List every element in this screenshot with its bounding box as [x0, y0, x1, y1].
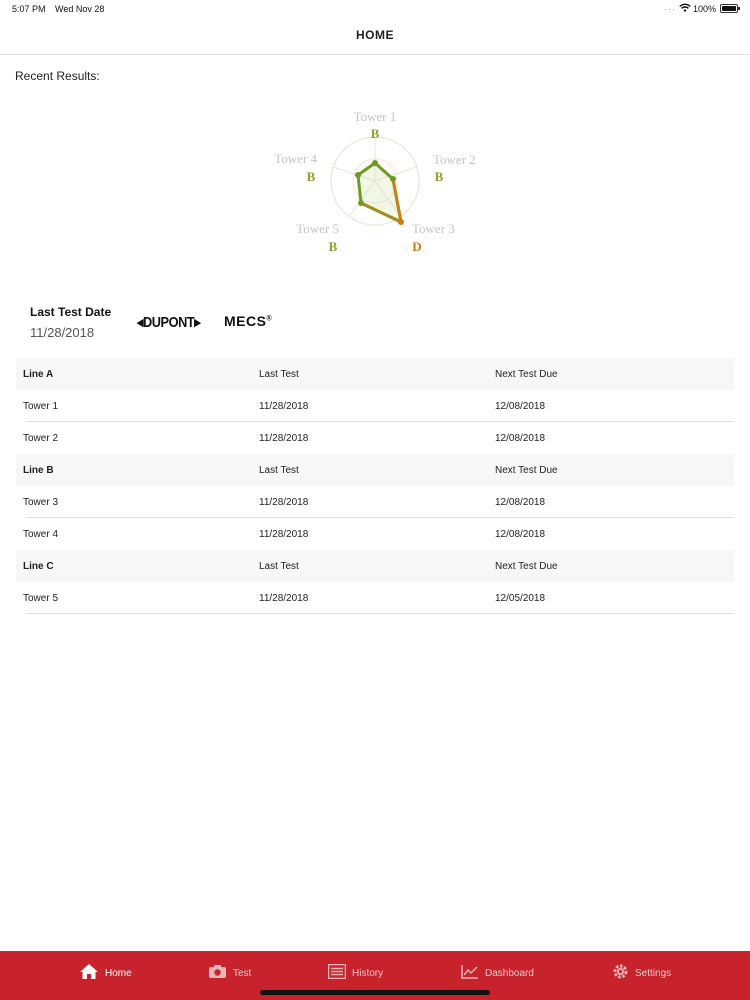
dupont-logo-text: DUPONT — [142, 314, 195, 331]
column-header-last-test: Last Test — [259, 369, 299, 380]
mecs-logo: MECS® — [224, 313, 272, 329]
last-test-value: 11/28/2018 — [259, 593, 309, 604]
registered-mark-icon: ® — [266, 315, 273, 323]
next-test-due-value: 12/08/2018 — [495, 529, 546, 540]
status-date: Wed Nov 28 — [55, 4, 105, 14]
radar-point — [355, 172, 361, 178]
radar-grade-tower4: B — [307, 169, 316, 184]
table-section-header: Line B Last Test Next Test Due — [16, 454, 734, 486]
status-time: 5:07 PM — [12, 4, 46, 14]
radar-grade-tower1: B — [371, 126, 380, 141]
tab-history[interactable]: History — [327, 963, 384, 982]
radar-grade-tower3: D — [412, 239, 421, 254]
tower-name: Tower 1 — [23, 401, 59, 412]
table-row[interactable]: Tower 4 11/28/2018 12/08/2018 — [16, 518, 734, 550]
radar-point — [358, 200, 364, 206]
radar-point — [390, 176, 396, 182]
column-header-last-test: Last Test — [259, 465, 299, 476]
radar-grade-tower2: B — [435, 169, 444, 184]
last-test-date: 11/28/2018 — [30, 325, 95, 340]
tab-test[interactable]: Test — [208, 964, 251, 982]
results-table: Line A Last Test Next Test Due Tower 1 1… — [16, 358, 734, 614]
column-header-next-test-due: Next Test Due — [495, 561, 558, 572]
tower-name: Tower 4 — [23, 529, 59, 540]
radar-point — [372, 160, 378, 166]
next-test-due-value: 12/08/2018 — [495, 401, 546, 412]
radar-label-tower1: Tower 1 — [354, 109, 397, 124]
radar-label-tower4: Tower 4 — [274, 151, 317, 166]
tab-history-label: History — [352, 967, 384, 979]
home-indicator[interactable] — [260, 990, 490, 995]
table-row[interactable]: Tower 2 11/28/2018 12/08/2018 — [16, 422, 734, 454]
column-header-next-test-due: Next Test Due — [495, 465, 558, 476]
table-section-header: Line C Last Test Next Test Due — [16, 550, 734, 582]
wifi-icon — [679, 3, 691, 15]
line-name: Line A — [23, 369, 54, 380]
tower-name: Tower 3 — [23, 497, 59, 508]
multitask-dots-icon: ··· — [664, 4, 676, 14]
radar-grade-tower5: B — [329, 239, 338, 254]
next-test-due-value: 12/08/2018 — [495, 497, 546, 508]
line-name: Line B — [23, 465, 54, 476]
tab-settings[interactable]: Settings — [612, 964, 671, 982]
tab-home[interactable]: Home — [79, 964, 132, 982]
camera-icon — [208, 964, 227, 982]
column-header-last-test: Last Test — [259, 561, 299, 572]
last-test-value: 11/28/2018 — [259, 529, 309, 540]
last-test-value: 11/28/2018 — [259, 401, 309, 412]
tab-dashboard[interactable]: Dashboard — [461, 964, 534, 982]
last-test-value: 11/28/2018 — [259, 433, 309, 444]
tower-name: Tower 5 — [23, 593, 59, 604]
page-title: HOME — [356, 28, 394, 42]
table-row[interactable]: Tower 3 11/28/2018 12/08/2018 — [16, 486, 734, 518]
chart-icon — [461, 964, 479, 982]
next-test-due-value: 12/05/2018 — [495, 593, 546, 604]
tab-home-label: Home — [105, 967, 132, 979]
radar-label-tower5: Tower 5 — [296, 221, 339, 236]
home-icon — [79, 963, 99, 983]
dupont-logo: ◂DUPONT▸ — [137, 313, 201, 331]
row-divider — [26, 613, 734, 614]
next-test-due-value: 12/08/2018 — [495, 433, 546, 444]
tab-settings-label: Settings — [635, 967, 672, 979]
line-name: Line C — [23, 561, 54, 572]
mecs-logo-text: MECS — [224, 313, 267, 329]
recent-results-label: Recent Results: — [15, 69, 100, 83]
nav-divider — [0, 54, 750, 55]
last-test-block: Last Test Date 11/28/2018 — [30, 305, 111, 340]
radar-chart[interactable]: Tower 1 B Tower 2 B Tower 3 D Tower 5 B … — [0, 100, 750, 260]
last-test-value: 11/28/2018 — [259, 497, 309, 508]
radar-point — [398, 219, 404, 225]
dupont-logo-right-arrow-icon: ▸ — [194, 314, 201, 331]
table-row[interactable]: Tower 1 11/28/2018 12/08/2018 — [16, 390, 734, 422]
list-icon — [327, 963, 347, 982]
gear-icon — [612, 963, 629, 983]
table-row[interactable]: Tower 5 11/28/2018 12/05/2018 — [16, 582, 734, 614]
last-test-label: Last Test Date — [30, 305, 112, 319]
battery-icon — [720, 4, 740, 13]
tab-dashboard-label: Dashboard — [485, 967, 534, 979]
column-header-next-test-due: Next Test Due — [495, 369, 558, 380]
radar-label-tower2: Tower 2 — [433, 152, 476, 167]
status-bar: 5:07 PM Wed Nov 28 ··· 100% — [0, 0, 750, 20]
radar-label-tower3: Tower 3 — [412, 221, 455, 236]
tab-test-label: Test — [233, 967, 252, 979]
battery-percent: 100% — [693, 4, 717, 14]
table-section-header: Line A Last Test Next Test Due — [16, 358, 734, 390]
tower-name: Tower 2 — [23, 433, 59, 444]
